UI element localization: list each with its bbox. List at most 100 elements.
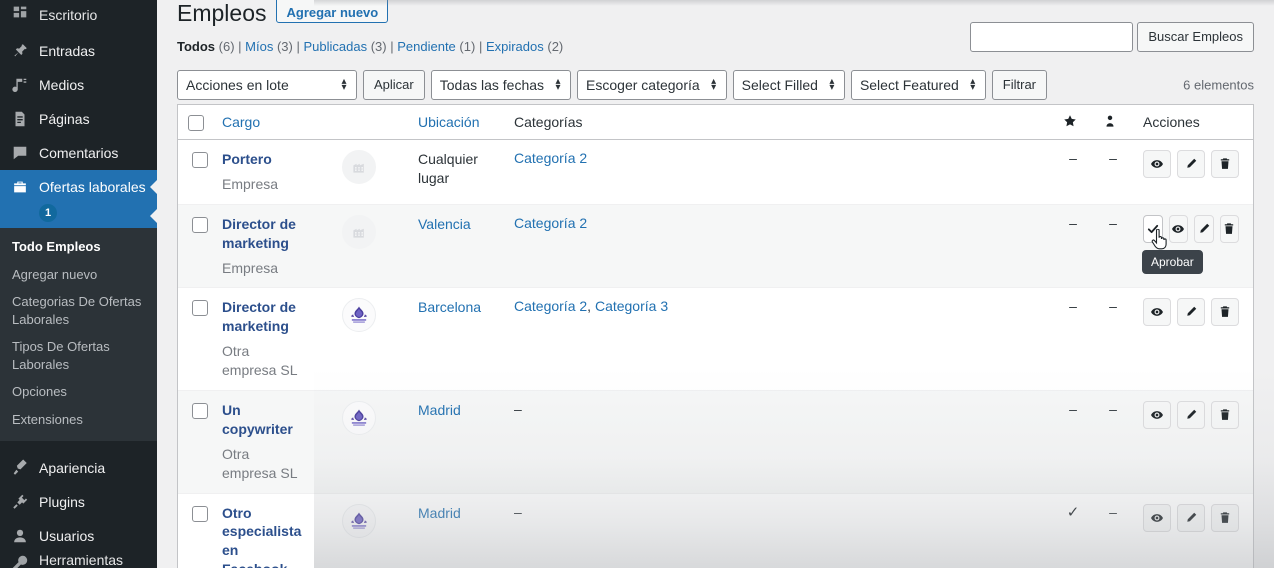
category-link[interactable]: Categoría 2 <box>514 215 587 231</box>
view-icon[interactable] <box>1143 298 1171 327</box>
edit-icon[interactable] <box>1177 503 1205 532</box>
building-placeholder-icon <box>342 214 376 249</box>
location-link[interactable]: Valencia <box>418 215 471 234</box>
location-link[interactable]: Madrid <box>418 401 461 420</box>
job-title-link[interactable]: Un copywriter <box>222 401 300 439</box>
view-icon[interactable] <box>1143 503 1171 532</box>
plug-icon <box>10 492 30 512</box>
view-icon[interactable] <box>1168 214 1188 243</box>
action-tooltip: Aprobar <box>1142 249 1203 274</box>
row-location-cell: Valencia <box>408 204 504 289</box>
job-title-link[interactable]: Portero <box>222 150 300 169</box>
add-new-button[interactable]: Agregar nuevo <box>276 0 389 23</box>
view-icon[interactable] <box>1143 150 1171 178</box>
category-link[interactable]: Categoría 2 <box>514 298 587 314</box>
status-link-label[interactable]: Expirados <box>486 39 544 54</box>
sidebar-item-escritorio[interactable]: Escritorio <box>0 0 157 22</box>
select-all-checkbox[interactable] <box>188 115 204 131</box>
delete-icon[interactable] <box>1211 150 1239 178</box>
submenu-item-agregar-nuevo[interactable]: Agregar nuevo <box>0 261 157 289</box>
category-link[interactable]: Categoría 2 <box>514 150 587 166</box>
row-checkbox[interactable] <box>192 300 208 317</box>
header-ubicacion-link[interactable]: Ubicación <box>418 114 479 130</box>
location-link[interactable]: Barcelona <box>418 298 481 317</box>
chevron-updown-icon: ▴ ▾ <box>711 76 717 93</box>
edit-icon[interactable] <box>1194 214 1214 243</box>
edit-icon[interactable] <box>1177 298 1205 327</box>
chevron-updown-icon: ▴ ▾ <box>970 76 976 93</box>
status-link-expirados[interactable]: Expirados (2) <box>479 39 563 54</box>
row-checkbox-cell <box>178 493 212 568</box>
sidebar-item-paginas[interactable]: Páginas <box>0 102 157 136</box>
filled-value: – <box>1109 401 1117 418</box>
delete-icon[interactable] <box>1211 401 1239 430</box>
header-featured[interactable] <box>1053 105 1093 140</box>
job-title-link[interactable]: Otro especialista en Facebook Ads <box>222 504 301 568</box>
header-cargo-link[interactable]: Cargo <box>222 114 260 130</box>
media-icon <box>10 75 30 95</box>
header-categorias: Categorías <box>504 105 1053 140</box>
featured-value: ✓ <box>1066 503 1080 521</box>
filter-button[interactable]: Filtrar <box>991 70 1047 100</box>
location-link[interactable]: Madrid <box>418 504 461 523</box>
row-checkbox[interactable] <box>192 152 208 168</box>
edit-icon[interactable] <box>1177 401 1205 430</box>
status-link-publicadas[interactable]: Publicadas (3) <box>296 39 390 54</box>
sidebar-item-plugins[interactable]: Plugins <box>0 485 157 519</box>
submenu-item-extensiones[interactable]: Extensiones <box>0 406 157 434</box>
company-name: Otra empresa SL <box>222 445 298 481</box>
sidebar-item-medios[interactable]: Medios <box>0 68 157 102</box>
sidebar-item-entradas[interactable]: Entradas <box>0 34 157 68</box>
submenu-item-todo-empleos[interactable]: Todo Empleos <box>0 233 157 261</box>
view-icon[interactable] <box>1143 401 1171 430</box>
search-input[interactable] <box>970 22 1134 52</box>
row-actions-cell <box>1133 493 1253 568</box>
category-link[interactable]: Categoría 3 <box>595 298 668 314</box>
search-submit-button[interactable]: Buscar Empleos <box>1137 22 1254 52</box>
header-ubicacion[interactable]: Ubicación <box>408 105 504 140</box>
filled-filter-select[interactable]: Select Filled ▴ ▾ <box>732 70 845 100</box>
row-checkbox[interactable] <box>192 505 208 522</box>
row-actions <box>1143 503 1239 532</box>
row-checkbox[interactable] <box>192 403 208 420</box>
apply-button[interactable]: Aplicar <box>363 70 425 100</box>
chevron-updown-icon: ▴ ▾ <box>341 76 347 93</box>
approve-icon[interactable]: Aprobar <box>1142 214 1203 274</box>
featured-filter-select[interactable]: Select Featured ▴ ▾ <box>850 70 986 100</box>
edit-icon[interactable] <box>1177 150 1205 178</box>
sidebar-item-ofertas-laborales[interactable]: Ofertas laborales <box>0 170 157 204</box>
sidebar-item-usuarios[interactable]: Usuarios <box>0 519 157 553</box>
header-acciones: Acciones <box>1133 105 1253 140</box>
row-actions-cell <box>1133 140 1253 205</box>
row-checkbox[interactable] <box>192 216 208 233</box>
date-filter-select[interactable]: Todas las fechas ▴ ▾ <box>430 70 572 100</box>
submenu-item-opciones[interactable]: Opciones <box>0 378 157 406</box>
row-actions-cell <box>1133 391 1253 494</box>
delete-icon[interactable] <box>1211 298 1239 327</box>
sidebar-item-apariencia[interactable]: Apariencia <box>0 451 157 485</box>
header-categorias-label: Categorías <box>514 114 583 130</box>
category-filter-select[interactable]: Escoger categoría ▴ ▾ <box>577 70 727 100</box>
submenu-item-tipos[interactable]: Tipos De Ofertas Laborales <box>0 333 157 378</box>
sidebar-item-herramientas[interactable]: Herramientas <box>0 553 157 568</box>
submenu-item-categorias[interactable]: Categorias De Ofertas Laborales <box>0 288 157 333</box>
row-categories-cell: Categoría 2 <box>504 140 1053 205</box>
job-title-link[interactable]: Director de marketing <box>222 298 300 336</box>
sidebar-item-label: Apariencia <box>39 460 106 477</box>
status-link-label[interactable]: Míos <box>245 39 273 54</box>
header-filled[interactable] <box>1093 105 1133 140</box>
status-link-label[interactable]: Todos <box>177 39 215 54</box>
sidebar-item-comentarios[interactable]: Comentarios <box>0 136 157 170</box>
status-link-label[interactable]: Pendiente <box>397 39 456 54</box>
status-link-pendiente[interactable]: Pendiente (1) <box>390 39 479 54</box>
bulk-actions-select[interactable]: Acciones en lote ▴ ▾ <box>177 70 357 100</box>
delete-icon[interactable] <box>1219 214 1239 243</box>
status-link-mios[interactable]: Míos (3) <box>238 39 296 54</box>
page-title: Empleos <box>177 0 267 26</box>
status-link-label[interactable]: Publicadas <box>303 39 367 54</box>
row-location-cell: Barcelona <box>408 288 504 392</box>
status-link-todos[interactable]: Todos (6) <box>177 39 238 54</box>
header-cargo[interactable]: Cargo <box>212 105 408 140</box>
job-title-link[interactable]: Director de marketing <box>222 215 300 253</box>
delete-icon[interactable] <box>1211 503 1239 532</box>
